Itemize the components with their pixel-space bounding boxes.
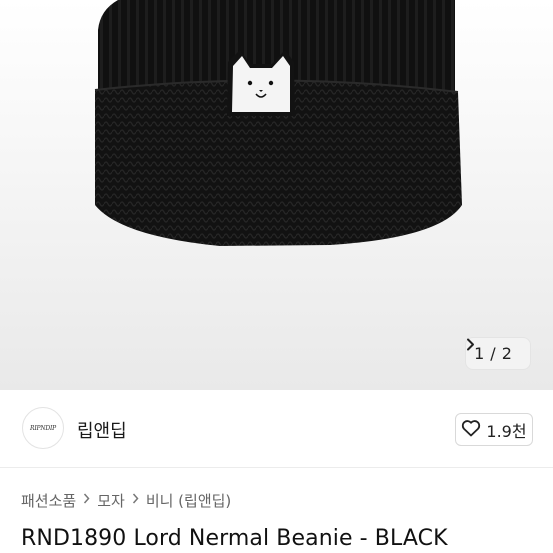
like-count: 1.9천 [486,421,527,441]
image-page-counter[interactable]: 1 / 2 [465,337,531,370]
page-separator: / [490,344,496,363]
heart-outline-icon [461,419,481,441]
product-title: RND1890 Lord Nermal Beanie - BLACK [21,526,448,551]
chevron-right-icon [132,493,139,508]
product-image [94,0,462,246]
total-images: 2 [501,344,512,363]
breadcrumb-item-hats[interactable]: 모자 [97,490,125,511]
breadcrumb: 패션소품 모자 비니 (립앤딥) [21,490,231,511]
shop-logo-text: RIPNDIP [30,424,56,432]
shop-avatar[interactable]: RIPNDIP [22,407,64,449]
shop-name[interactable]: 립앤딥 [77,417,127,443]
like-button[interactable]: 1.9천 [455,413,533,446]
breadcrumb-item-beanie[interactable]: 비니 (립앤딥) [146,490,231,511]
breadcrumb-item-fashion-accessories[interactable]: 패션소품 [21,490,76,511]
chevron-right-icon [83,493,90,508]
product-image-gallery[interactable]: 1 / 2 [0,0,553,390]
current-image-index: 1 [474,344,485,363]
shop-info-row: RIPNDIP 립앤딥 1.9천 [0,390,553,468]
